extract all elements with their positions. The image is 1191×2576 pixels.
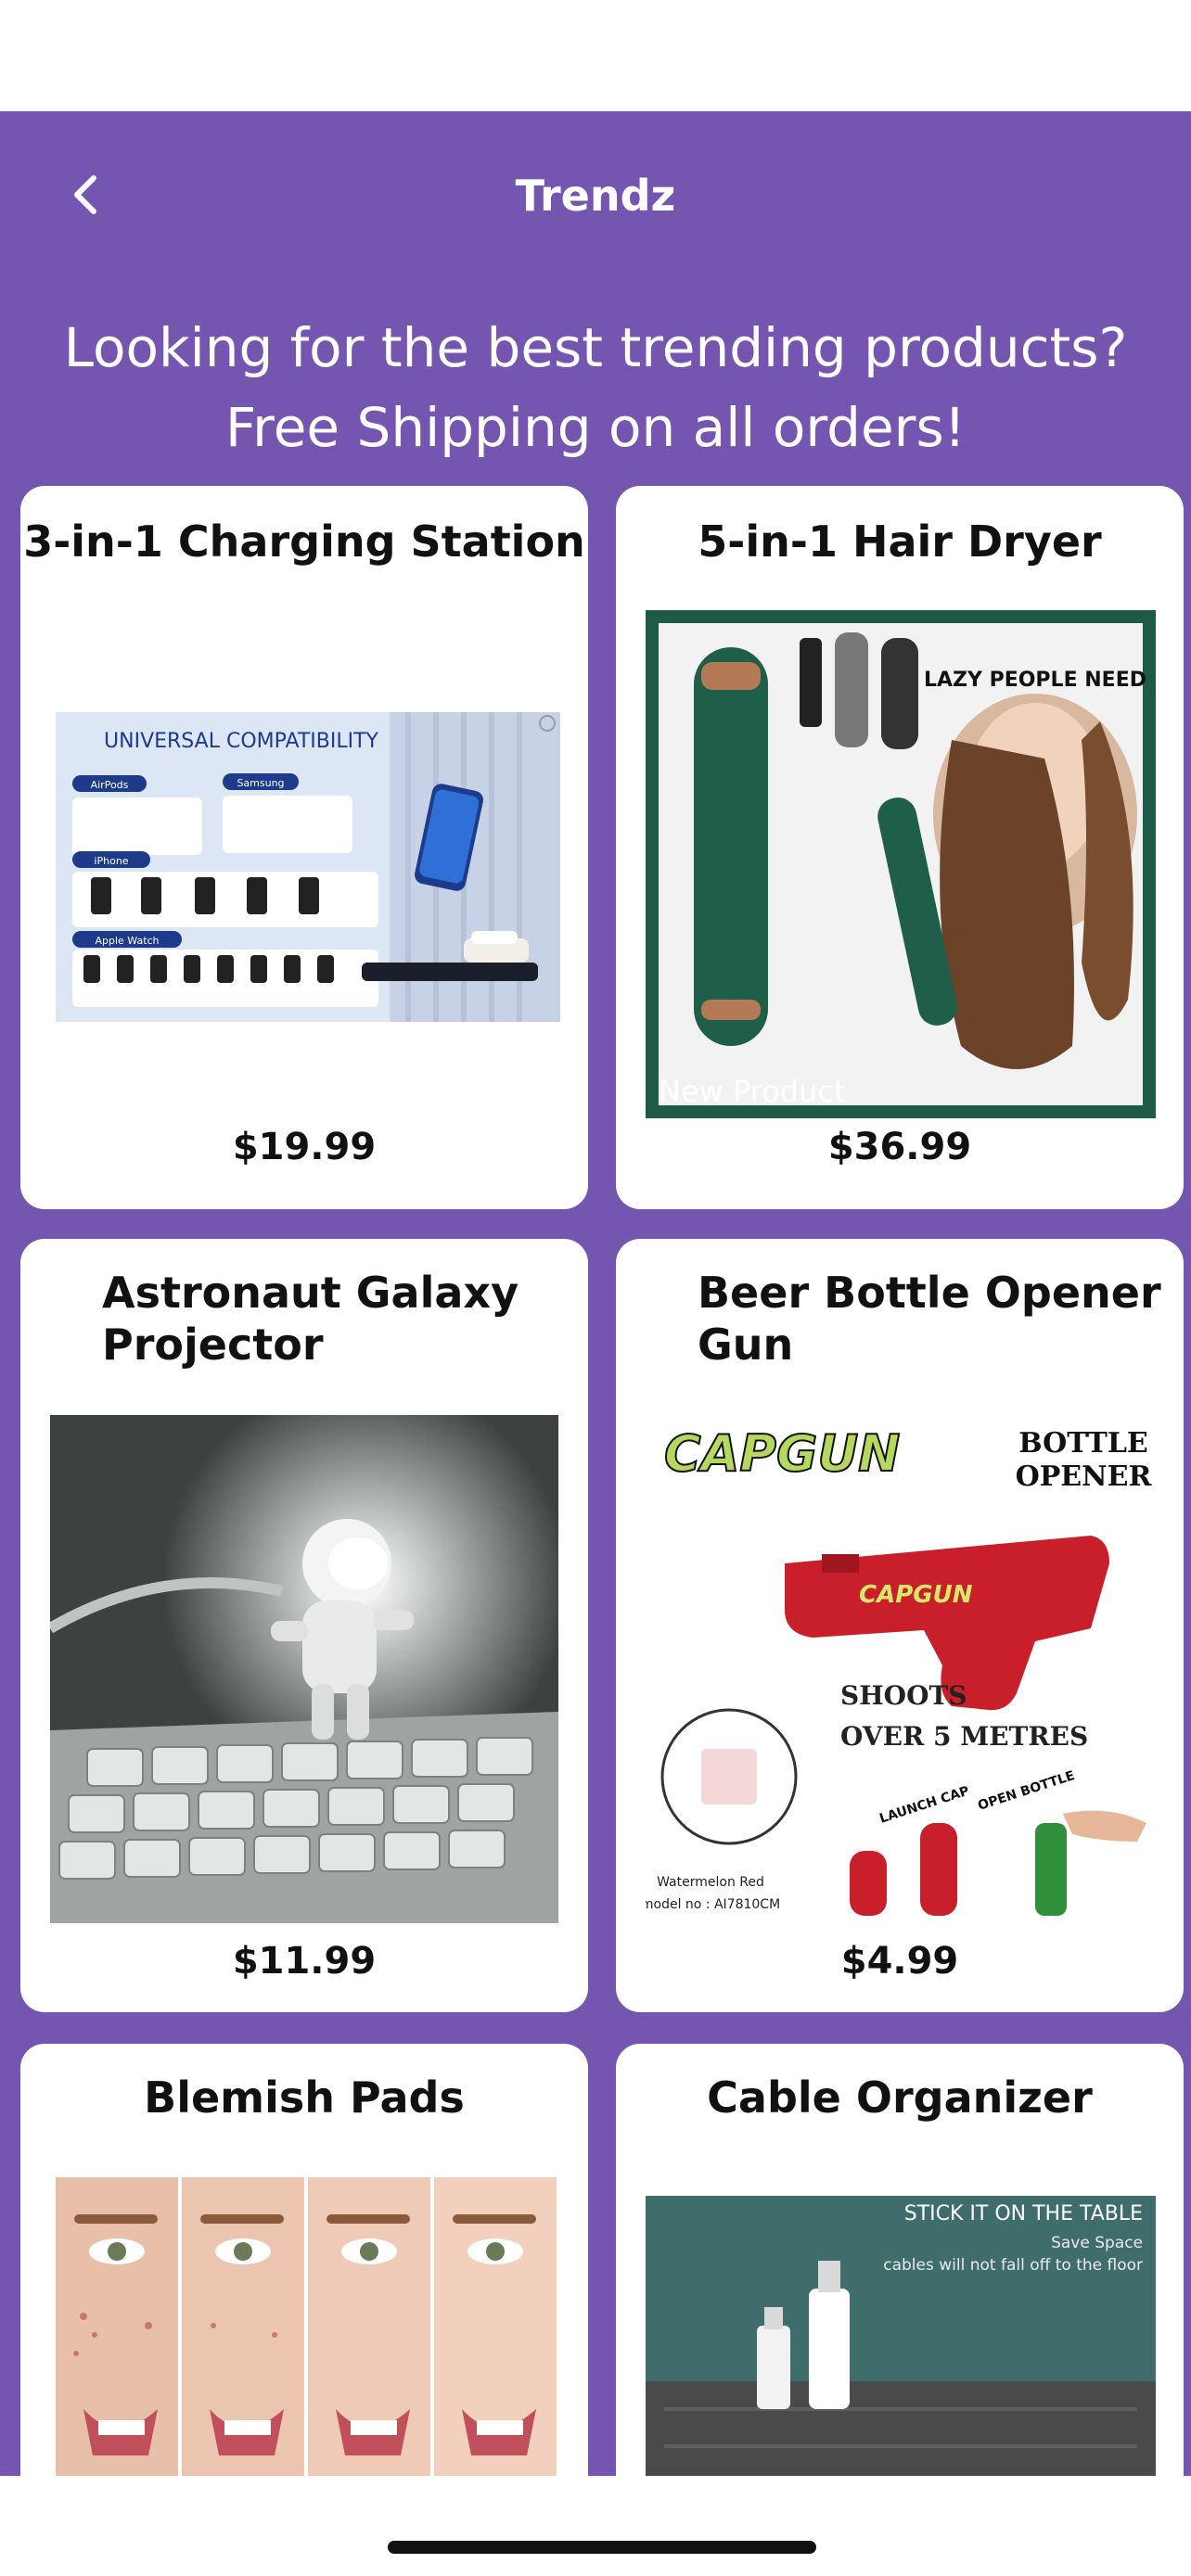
- product-price: $11.99: [232, 1940, 377, 1983]
- product-card-cable-organizer[interactable]: Cable Organizer STICK IT ON THE TABLE Sa…: [616, 2044, 1184, 2476]
- product-title: 3-in-1 Charging Station: [23, 516, 585, 567]
- claim-line-2: OVER 5 METRES: [840, 1721, 1088, 1752]
- label-iphone: iPhone: [94, 855, 128, 867]
- caption-line-2: model no : AI7810CM: [646, 1897, 780, 1912]
- product-image-astronaut-projector: [50, 1415, 558, 1923]
- product-image-cable-organizer: STICK IT ON THE TABLE Save Space cables …: [646, 2196, 1156, 2476]
- product-price: $19.99: [232, 1126, 377, 1168]
- label-airpods: AirPods: [91, 779, 129, 791]
- image-heading: STICK IT ON THE TABLE: [904, 2202, 1143, 2225]
- product-grid: 3-in-1 Charging Station UNIVERSAL COMPAT…: [0, 0, 1191, 2476]
- image-heading: UNIVERSAL COMPATIBILITY: [104, 730, 379, 753]
- product-price: $4.99: [840, 1940, 959, 1983]
- product-card-blemish-pads[interactable]: Blemish Pads: [20, 2044, 588, 2476]
- product-image-blemish-pads: [56, 2177, 557, 2476]
- product-card-astronaut-projector[interactable]: Astronaut Galaxy Projector $11.99: [20, 1239, 588, 2012]
- product-title: Blemish Pads: [144, 2072, 465, 2123]
- product-card-charging-station[interactable]: 3-in-1 Charging Station UNIVERSAL COMPAT…: [20, 486, 588, 1209]
- brand-logo: CAPGUN: [664, 1424, 900, 1483]
- image-line-2: cables will not fall off to the floor: [883, 2256, 1143, 2275]
- product-card-hair-dryer[interactable]: 5-in-1 Hair Dryer LAZY PEOPLE NEED New P…: [616, 486, 1184, 1209]
- label-samsung: Samsung: [237, 777, 284, 789]
- corner-line-2: OPENER: [1016, 1460, 1153, 1493]
- product-title: Cable Organizer: [707, 2072, 1093, 2123]
- image-tagline: LAZY PEOPLE NEED: [924, 669, 1146, 692]
- label-apple-watch: Apple Watch: [95, 935, 159, 947]
- product-title: 5-in-1 Hair Dryer: [698, 516, 1102, 567]
- product-image-bottle-opener: CAPGUN BOTTLE OPENER CAPGUN SHOOTS OVER …: [646, 1415, 1156, 1923]
- new-product-badge: New Product: [659, 1074, 845, 1109]
- claim-line-1: SHOOTS: [840, 1680, 967, 1711]
- product-title: Astronaut Galaxy Projector: [102, 1268, 519, 1370]
- product-image-hair-dryer: LAZY PEOPLE NEED New Product: [646, 610, 1156, 1118]
- product-title: Beer Bottle Opener Gun: [698, 1268, 1161, 1370]
- caption-line-1: Watermelon Red: [657, 1875, 764, 1890]
- gun-brand: CAPGUN: [859, 1581, 973, 1609]
- bottom-safe-area: [0, 2476, 1191, 2576]
- image-line-1: Save Space: [1051, 2234, 1143, 2252]
- corner-line-1: BOTTLE: [1018, 1427, 1148, 1460]
- product-price: $36.99: [827, 1126, 972, 1168]
- product-image-charging-station: UNIVERSAL COMPATIBILITY AirPods Samsung …: [56, 712, 560, 1022]
- screen: Trendz Looking for the best trending pro…: [0, 0, 1191, 2576]
- product-card-bottle-opener[interactable]: Beer Bottle Opener Gun CAPGUN BOTTLE OPE…: [616, 1239, 1184, 2012]
- home-indicator[interactable]: [388, 2541, 816, 2554]
